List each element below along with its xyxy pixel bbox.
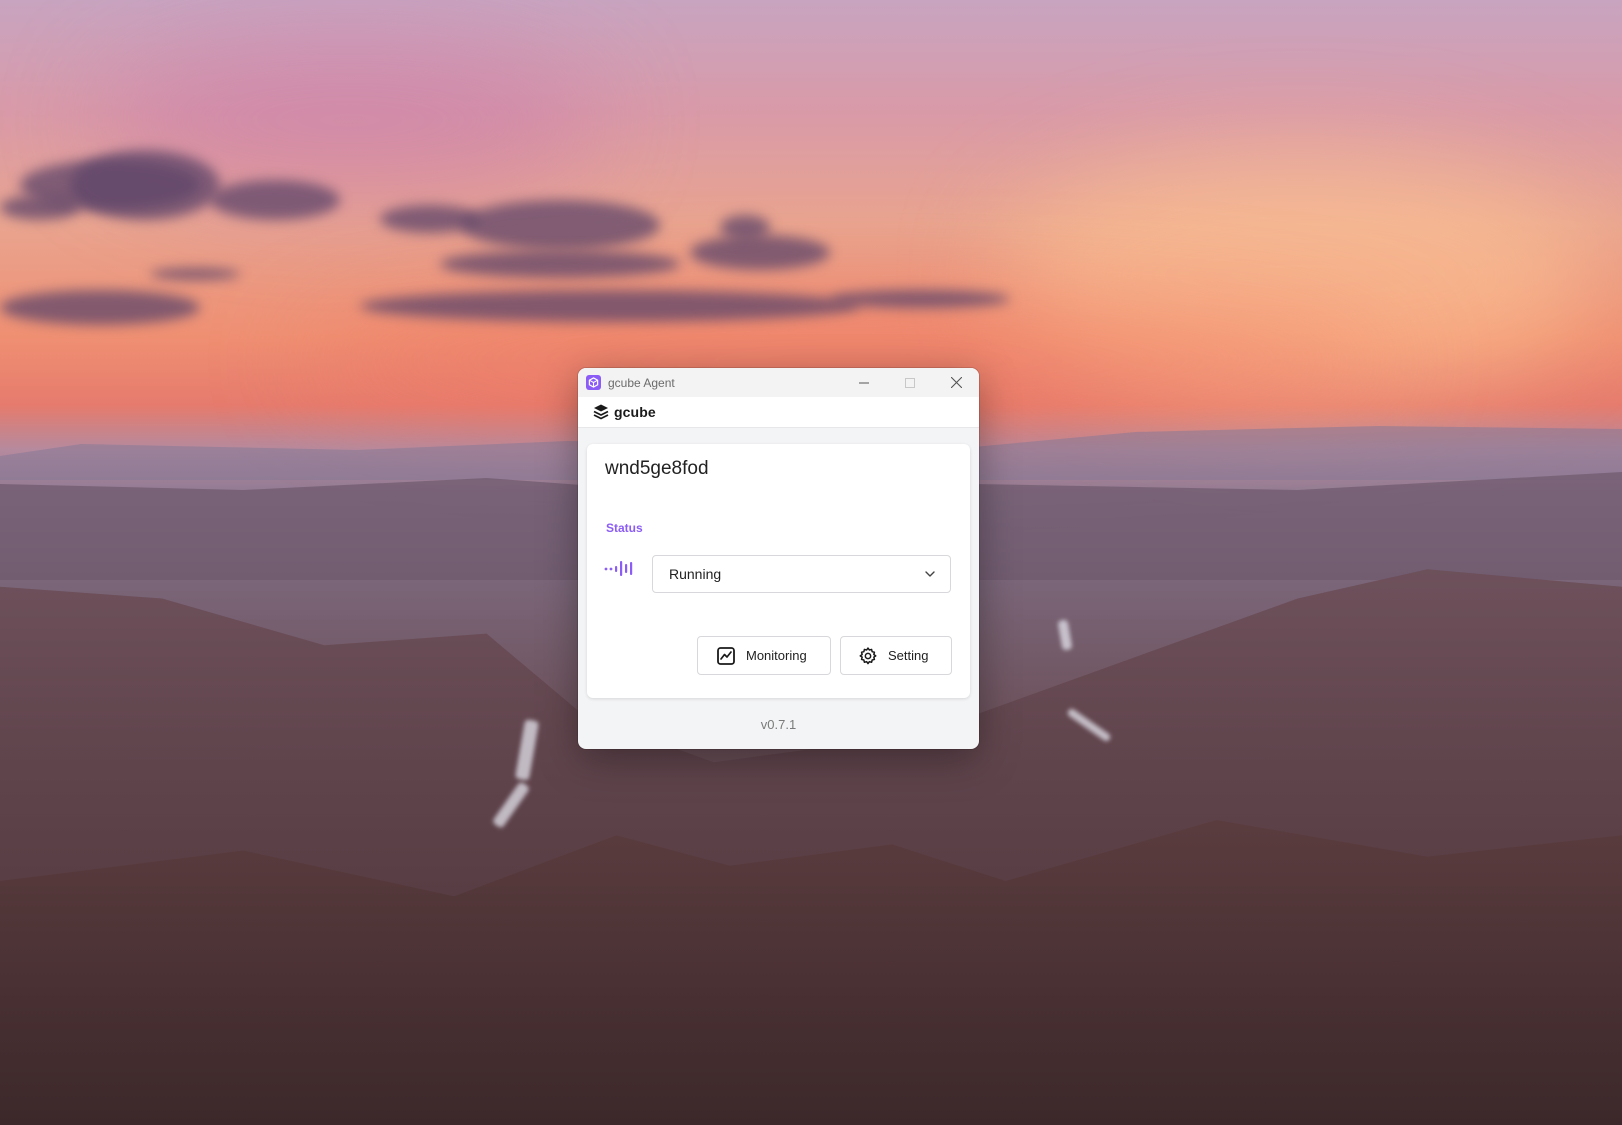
setting-button[interactable]: Setting (840, 636, 952, 675)
foreground-cliffs (0, 820, 1622, 1125)
cloud (830, 290, 1010, 308)
agent-card: wnd5ge8fod Status Running Monitoring Set… (587, 444, 970, 698)
cloud (0, 195, 80, 220)
window-controls (841, 368, 979, 397)
window-title: gcube Agent (608, 375, 675, 390)
version-label: v0.7.1 (760, 717, 797, 732)
maximize-button[interactable] (887, 368, 933, 397)
agent-name: wnd5ge8fod (605, 458, 709, 479)
app-header: gcube (578, 397, 979, 428)
status-selected-value: Running (669, 566, 722, 582)
brand-name: gcube (614, 404, 656, 420)
minimize-icon (859, 382, 869, 383)
cloud (150, 268, 240, 280)
desktop-wallpaper: gcube Agent gcube wnd5ge8fod Status Runn… (0, 0, 1622, 1125)
cloud (210, 180, 340, 220)
maximize-icon (905, 377, 915, 388)
gear-icon (859, 646, 877, 664)
stacked-layers-icon (593, 404, 609, 420)
chevron-down-icon (925, 571, 935, 577)
cloud (690, 235, 830, 270)
status-select[interactable]: Running (652, 555, 951, 593)
cloud (70, 150, 220, 220)
gcube-agent-window: gcube Agent gcube wnd5ge8fod Status Runn… (578, 368, 979, 749)
gcube-cube-icon (586, 375, 601, 390)
minimize-button[interactable] (841, 368, 887, 397)
chart-line-icon (717, 646, 735, 665)
cloud (440, 250, 680, 278)
close-button[interactable] (933, 368, 979, 397)
river (1057, 619, 1073, 651)
close-icon (950, 377, 962, 388)
title-bar[interactable]: gcube Agent (578, 368, 979, 397)
cloud (460, 200, 660, 250)
cloud (0, 290, 200, 325)
cloud (360, 290, 860, 322)
monitoring-button[interactable]: Monitoring (697, 636, 831, 675)
cloud (720, 215, 770, 240)
signal-bars-icon (604, 561, 633, 576)
setting-label: Setting (888, 648, 929, 663)
status-label: Status (606, 521, 643, 535)
monitoring-label: Monitoring (746, 648, 807, 663)
